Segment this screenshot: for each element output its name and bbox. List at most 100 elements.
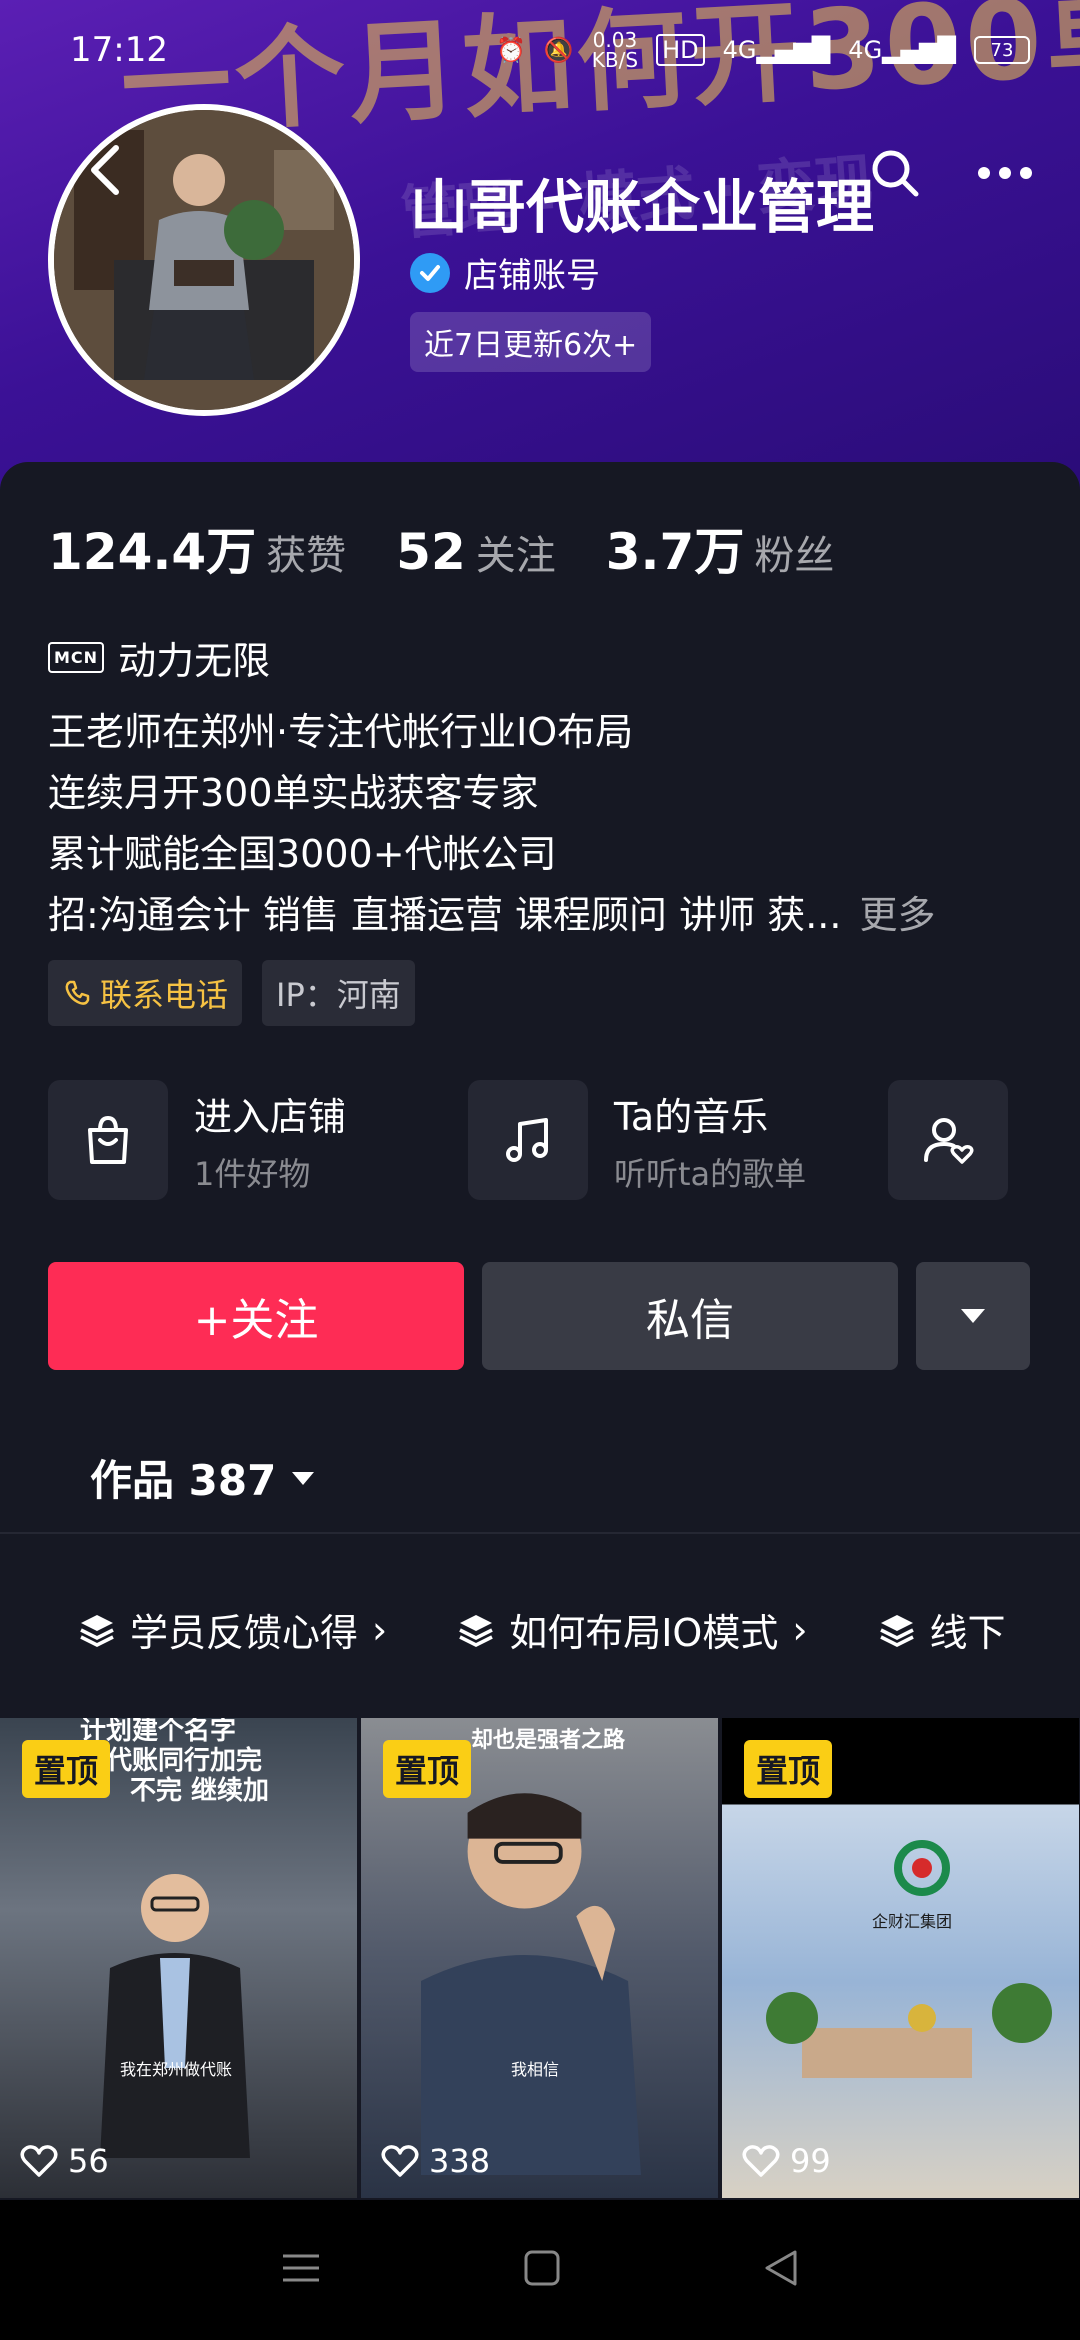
mcn-icon: MCN [48, 642, 105, 673]
video-likes-count: 99 [790, 2142, 831, 2180]
stat-likes[interactable]: 124.4万 获赞 [48, 512, 346, 584]
video-caption: 不完 继续加 [130, 1776, 270, 1806]
tab-works[interactable]: 作品 387 [90, 1447, 316, 1508]
hd-icon: HD [656, 34, 705, 66]
home-button[interactable] [522, 2248, 562, 2292]
mute-icon: 🔕 [543, 36, 574, 64]
chevron-right-icon: › [372, 1607, 388, 1652]
more-button[interactable] [970, 138, 1040, 208]
stat-following-num: 52 [396, 523, 466, 581]
status-time: 17:12 [70, 30, 168, 70]
phone-tag-label: 联系电话 [100, 976, 229, 1014]
video-card[interactable]: 计划建个名字 把代账同行加完 不完 继续加 我在郑州做代账 置顶 56 [0, 1718, 357, 2198]
music-entry-text: Ta的音乐 听听ta的歌单 [614, 1086, 806, 1195]
follow-button[interactable]: +关注 [48, 1262, 464, 1370]
message-button[interactable]: 私信 [482, 1262, 898, 1370]
profile-bio[interactable]: 王老师在郑州·专注代帐行业IO布局 连续月开300单实战获客专家 累计赋能全国3… [48, 702, 935, 946]
music-entry-title: Ta的音乐 [614, 1094, 769, 1139]
user-heart-icon [888, 1080, 1008, 1200]
collection-item[interactable]: 线下 [878, 1602, 1006, 1657]
signal-1-label: 4G [722, 36, 757, 64]
phone-icon [65, 980, 90, 1005]
stat-followers-label: 粉丝 [754, 533, 835, 579]
collection-item[interactable]: 学员反馈心得 › [78, 1602, 387, 1657]
office-plants [766, 1983, 1052, 2078]
company-logo [894, 1840, 950, 1896]
menu-button[interactable] [279, 2250, 323, 2290]
fans-entry[interactable] [888, 1080, 1080, 1200]
collection-tabs: 学员反馈心得 › 如何布局IO模式 › 线下 [78, 1602, 1006, 1657]
status-icons: ⏰ 🔕 0.03 KB/S HD 4G▂▄▆█ 4G▂▄▆█ 73 [496, 30, 1030, 70]
video-subtitle: 我在郑州做代账 [120, 2060, 233, 2079]
tab-works-label: 作品 387 [90, 1456, 277, 1505]
video-caption: 却也是强者之路 [471, 1728, 626, 1753]
stat-likes-label: 获赞 [266, 533, 347, 579]
video-card[interactable]: 企财汇集团 置顶 99 [722, 1718, 1079, 2198]
video-thumbnail-person [421, 1793, 641, 2176]
mcn-row[interactable]: MCN 动力无限 [48, 630, 270, 685]
search-icon [872, 150, 919, 197]
pinned-badge: 置顶 [22, 1740, 111, 1798]
shop-badge-label: 店铺账号 [464, 256, 600, 296]
stat-following[interactable]: 52 关注 [396, 523, 556, 581]
video-thumbnail-person [100, 1874, 250, 2158]
stat-following-label: 关注 [475, 533, 556, 579]
back-button[interactable] [64, 130, 144, 210]
bio-line: 连续月开300单实战获客专家 [48, 771, 539, 815]
status-bar: 17:12 ⏰ 🔕 0.03 KB/S HD 4G▂▄▆█ 4G▂▄▆█ 73 [0, 0, 1080, 100]
back-nav-button[interactable] [761, 2248, 801, 2292]
alarm-icon: ⏰ [496, 36, 526, 64]
stat-followers-num: 3.7万 [605, 523, 745, 581]
chevron-left-icon [91, 145, 119, 195]
shop-account-badge: 店铺账号 [410, 248, 600, 297]
signal-2-label: 4G [848, 36, 883, 64]
system-navigation-bar [0, 2200, 1080, 2340]
profile-stats: 124.4万 获赞 52 关注 3.7万 粉丝 [48, 512, 834, 584]
bio-more-link[interactable]: 更多 [859, 893, 935, 937]
chevron-right-icon: › [792, 1607, 808, 1652]
collection-label: 如何布局IO模式 [509, 1611, 779, 1655]
back-triangle-icon [765, 2250, 797, 2286]
more-dots-icon [978, 167, 1032, 179]
bio-line: 累计赋能全国3000+代帐公司 [48, 832, 557, 876]
shop-entry[interactable]: 进入店铺 1件好物 [48, 1080, 468, 1200]
menu-icon [283, 2254, 320, 2282]
home-square-icon [524, 2250, 560, 2286]
music-note-icon [468, 1080, 588, 1200]
shop-entry-text: 进入店铺 1件好物 [194, 1086, 346, 1195]
phone-tag[interactable]: 联系电话 [48, 960, 243, 1026]
layers-icon [879, 1614, 914, 1647]
divider [0, 1532, 1080, 1534]
shopping-bag-icon [48, 1080, 168, 1200]
heart-icon [742, 2145, 780, 2177]
collection-item[interactable]: 如何布局IO模式 › [457, 1602, 808, 1657]
update-frequency-chip: 近7日更新6次+ [410, 312, 652, 372]
action-buttons: +关注 私信 [48, 1262, 1030, 1370]
company-sign: 企财汇集团 [872, 1912, 953, 1931]
pinned-badge: 置顶 [744, 1740, 833, 1798]
video-likes: 338 [381, 2142, 490, 2180]
bio-line: 王老师在郑州·专注代帐行业IO布局 [48, 710, 634, 754]
net-speed: 0.03 KB/S [592, 30, 638, 70]
profile-entries: 进入店铺 1件好物 Ta的音乐 听听ta的歌单 [48, 1080, 1080, 1200]
bio-line-last: 招:沟通会计 销售 直播运营 课程顾问 讲师 获... 更多 [48, 885, 935, 946]
video-card[interactable]: 却也是强者之路 我相信 置顶 338 [361, 1718, 718, 2198]
video-likes: 56 [20, 2142, 109, 2180]
layers-icon [80, 1614, 114, 1647]
stat-followers[interactable]: 3.7万 粉丝 [606, 512, 835, 584]
music-entry[interactable]: Ta的音乐 听听ta的歌单 [468, 1080, 888, 1200]
top-right-actions [860, 138, 1040, 208]
mcn-name: 动力无限 [118, 639, 271, 683]
music-entry-sub: 听听ta的歌单 [614, 1154, 807, 1193]
heart-icon [20, 2145, 58, 2177]
video-grid: 计划建个名字 把代账同行加完 不完 继续加 我在郑州做代账 置顶 56 却也是强… [0, 1718, 1080, 2198]
shop-entry-sub: 1件好物 [194, 1154, 311, 1193]
triangle-down-icon [961, 1309, 985, 1323]
bio-line: 招:沟通会计 销售 直播运营 课程顾问 讲师 获... [48, 893, 842, 937]
video-likes: 99 [742, 2142, 831, 2180]
profile-name: 山哥代账企业管理 [410, 173, 875, 241]
profile-tags: 联系电话 IP：河南 [48, 960, 415, 1026]
collection-label: 学员反馈心得 [130, 1611, 359, 1655]
expand-button[interactable] [916, 1262, 1030, 1370]
pinned-badge: 置顶 [383, 1740, 472, 1798]
